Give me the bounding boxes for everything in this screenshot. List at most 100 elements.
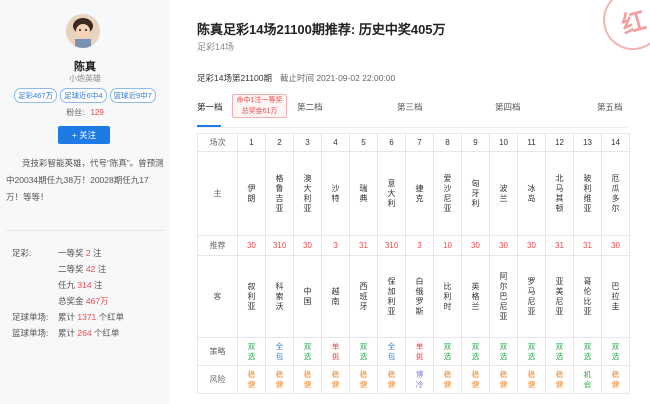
order-cell: 2 <box>265 133 294 152</box>
stat-label: 篮球单场: <box>12 328 49 338</box>
away-cell: 叙利亚 <box>237 255 266 338</box>
expert-title: 小炮英雄 <box>69 74 101 83</box>
risk-label: 稳健 <box>247 369 256 389</box>
rec-cell: 310 <box>265 235 294 256</box>
away-team: 中国 <box>303 286 312 306</box>
recommendation: 30 <box>527 241 536 250</box>
tab-tier-1[interactable]: 第一档 <box>197 101 223 113</box>
match-number: 3 <box>305 138 310 147</box>
strategy-label: 双选 <box>443 341 452 361</box>
home-cell: 意大利 <box>377 151 406 236</box>
risk-label: 稳健 <box>555 369 564 389</box>
stat-suffix: 注 <box>90 248 102 258</box>
recommendation: 31 <box>583 241 592 250</box>
recommendation: 30 <box>303 241 312 250</box>
rec-cell: 10 <box>433 235 462 256</box>
away-team: 亚美尼亚 <box>555 276 564 316</box>
stat-row: 篮球单场: 累计 264 个红单 <box>12 325 124 341</box>
stat-row: 二等奖 42 注 <box>12 261 124 277</box>
avatar[interactable] <box>66 14 100 48</box>
away-team: 哥伦比亚 <box>583 276 592 316</box>
strategy-cell: 单挑 <box>405 337 434 366</box>
away-team: 白俄罗斯 <box>415 276 424 316</box>
strategy-label: 双选 <box>555 341 564 361</box>
home-team: 捷克 <box>415 183 424 203</box>
fans-count: 粉丝: 129 <box>0 107 170 118</box>
home-cell: 厄瓜多尔 <box>601 151 630 236</box>
strategy-cell: 双选 <box>293 337 322 366</box>
row-label: 场次 <box>197 133 238 152</box>
follow-button[interactable]: + 关注 <box>58 126 110 144</box>
match-number: 6 <box>389 138 394 147</box>
order-cell: 3 <box>293 133 322 152</box>
away-cell: 比利时 <box>433 255 462 338</box>
away-cell: 西班牙 <box>349 255 378 338</box>
risk-cell: 稳健 <box>461 365 490 394</box>
away-team: 英格兰 <box>471 281 480 311</box>
hit-badge: 命中1注一等奖 总奖金61万 <box>232 94 287 118</box>
match-number: 14 <box>611 138 620 147</box>
prediction-table: 场次 1 2 3 4 5 6 7 8 9 10 11 12 13 14 主伊朗 格鲁吉亚 澳大利亚 沙特 瑞典 意大利… <box>197 133 630 394</box>
home-cell: 波兰 <box>489 151 518 236</box>
strategy-cell: 全包 <box>265 337 294 366</box>
match-number: 8 <box>445 138 450 147</box>
risk-label: 稳健 <box>611 369 620 389</box>
stat-suffix: 个红单 <box>91 328 120 338</box>
recommendation: 30 <box>499 241 508 250</box>
fans-label: 粉丝: <box>66 108 85 117</box>
match-number: 10 <box>499 138 508 147</box>
stat-value: 42 <box>85 264 96 274</box>
risk-cell: 稳健 <box>489 365 518 394</box>
strategy-cell: 双选 <box>573 337 602 366</box>
away-team: 阿尔巴尼亚 <box>499 271 508 321</box>
match-number: 5 <box>361 138 366 147</box>
row-label: 主 <box>197 151 238 236</box>
record-tag: 足球近6中4 <box>60 88 107 103</box>
rec-cell: 3 <box>321 235 350 256</box>
home-team: 波兰 <box>499 183 508 203</box>
issue-info: 足彩14场第21100期 截止时间 2021-09-02 22:00:00 <box>197 72 395 84</box>
rec-cell: 310 <box>377 235 406 256</box>
risk-cell: 稳健 <box>237 365 266 394</box>
away-team: 比利时 <box>443 281 452 311</box>
order-cell: 8 <box>433 133 462 152</box>
home-cell: 澳大利亚 <box>293 151 322 236</box>
rec-cell: 30 <box>517 235 546 256</box>
recommendation: 10 <box>443 241 452 250</box>
stat-value: 264 <box>77 328 92 338</box>
away-cell: 亚美尼亚 <box>545 255 574 338</box>
away-team: 保加利亚 <box>387 276 396 316</box>
rec-cell: 30 <box>293 235 322 256</box>
stat-prefix: 累计 <box>58 328 78 338</box>
strategy-cell: 双选 <box>433 337 462 366</box>
tab-tier-3[interactable]: 第三档 <box>397 101 423 113</box>
tab-tier-2[interactable]: 第二档 <box>297 101 323 113</box>
home-team: 厄瓜多尔 <box>611 173 620 213</box>
home-cell: 捷克 <box>405 151 434 236</box>
away-cell: 罗马尼亚 <box>517 255 546 338</box>
home-team: 沙特 <box>331 183 340 203</box>
hit-badge-line: 总奖金61万 <box>241 108 278 115</box>
rec-cell: 31 <box>545 235 574 256</box>
strategy-label: 单挑 <box>331 341 340 361</box>
strategy-cell: 双选 <box>545 337 574 366</box>
expert-stats: 足彩: 一等奖 2 注二等奖 42 注任九 314 注总奖金 467万 足球单场: 累… <box>12 245 124 341</box>
risk-label: 博冷 <box>415 369 424 389</box>
tab-tier-4[interactable]: 第四档 <box>495 101 521 113</box>
match-number: 4 <box>333 138 338 147</box>
order-cell: 11 <box>517 133 546 152</box>
divider <box>6 230 164 231</box>
stat-label: 足球单场: <box>12 312 49 322</box>
row-label: 策略 <box>197 337 238 366</box>
away-cell: 白俄罗斯 <box>405 255 434 338</box>
match-number: 1 <box>249 138 254 147</box>
risk-label: 稳健 <box>331 369 340 389</box>
stat-row: 足彩: 一等奖 2 注 <box>12 245 124 261</box>
strategy-cell: 双选 <box>517 337 546 366</box>
stat-suffix: 注 <box>91 280 103 290</box>
tab-tier-5[interactable]: 第五档 <box>597 101 623 113</box>
home-team: 玻利维亚 <box>583 173 592 213</box>
order-cell: 7 <box>405 133 434 152</box>
match-number: 12 <box>555 138 564 147</box>
rec-cell: 30 <box>489 235 518 256</box>
